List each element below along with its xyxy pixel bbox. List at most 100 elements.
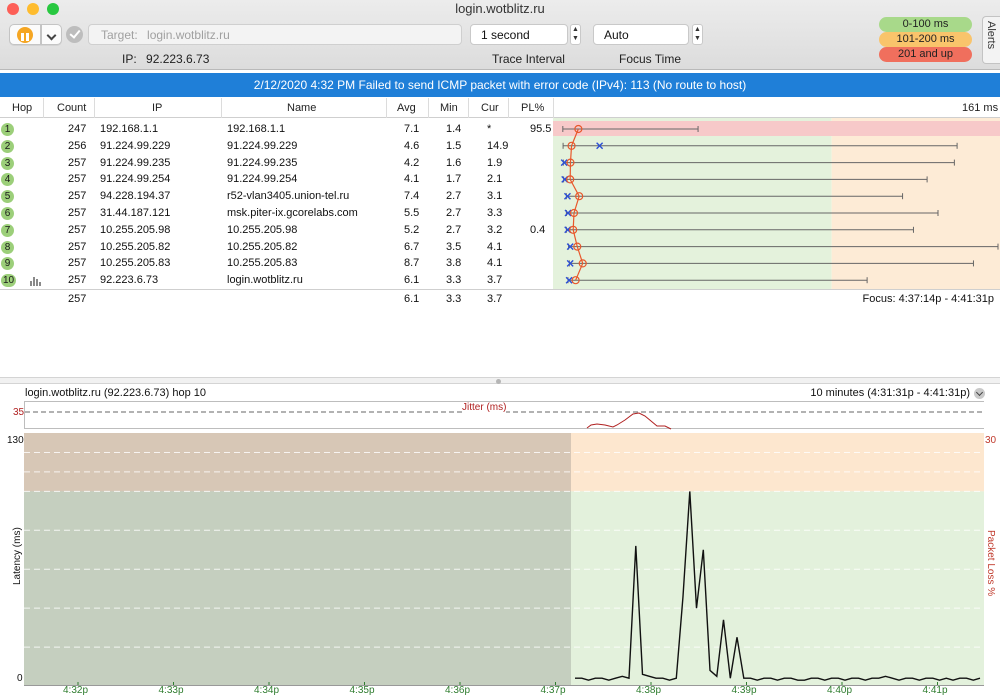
latency-graph [24,433,984,686]
summary-avg: 6.1 [404,293,420,305]
options-dropdown-button[interactable] [41,24,62,45]
alerts-tab[interactable]: Alerts [982,16,1000,64]
trace-interval-label: Trace Interval [492,52,565,66]
chevron-down-icon [46,30,57,41]
legend-low-latency: 0-100 ms [879,17,972,32]
hop-number: 4 [1,173,14,187]
graph-title: login.wotblitz.ru (92.223.6.73) hop 10 [25,387,207,399]
focus-time-select[interactable]: Auto [593,24,689,45]
table-row[interactable]: 3 257 91.224.99.235 91.224.99.235 4.2 1.6 1.9 [0,155,553,172]
column-header-avg[interactable]: Avg [397,102,416,114]
table-row[interactable]: 10 257 92.223.6.73 login.wotblitz.ru 6.1 3.3 3… [0,272,553,289]
time-tick-label: 4:41p [922,685,948,696]
cell-count: 257 [68,173,87,186]
cell-cur: 14.9 [487,139,509,152]
cell-cur: 1.9 [487,156,503,169]
cell-count: 257 [68,156,87,169]
time-tick-label: 4:40p [827,685,853,696]
column-header-pl[interactable]: PL% [521,102,544,114]
column-header-name[interactable]: Name [287,102,316,114]
table-row[interactable]: 5 257 94.228.194.37 r52-vlan3405.union-tel.… [0,188,553,205]
column-header-hop[interactable]: Hop [12,102,32,114]
alert-banner: 2/12/2020 4:32 PM Failed to send ICMP pa… [0,73,1000,97]
cell-name: 91.224.99.229 [227,139,298,152]
cell-name: 10.255.205.83 [227,257,298,270]
hop-number: 7 [1,223,14,237]
graph-header: login.wotblitz.ru (92.223.6.73) hop 10 1… [0,386,1000,401]
cell-cur: 3.3 [487,207,503,219]
table-header: Hop Count IP Name Avg Min Cur PL% 161 ms [0,98,1000,118]
cell-ip: 31.44.187.121 [100,207,171,219]
summary-cur: 3.7 [487,293,503,305]
target-value: login.wotblitz.ru [147,28,230,42]
cell-count: 256 [68,139,87,152]
cell-avg: 7.4 [404,190,420,203]
trace-interval-stepper[interactable]: ▲ ▼ [570,24,581,45]
cell-avg: 5.5 [404,207,420,219]
cell-avg: 4.2 [404,156,420,169]
checkmark-icon[interactable] [66,26,83,43]
cell-ip: 91.224.99.235 [100,156,171,169]
table-row[interactable]: 2 256 91.224.99.229 91.224.99.229 4.6 1.5 14.9 [0,138,553,155]
latency-axis-label: Latency (ms) [12,527,23,585]
column-header-count[interactable]: Count [57,102,86,114]
cell-pl: 0.4 [530,223,546,236]
table-row[interactable]: 1 247 192.168.1.1 192.168.1.1 7.1 1.4 * 95.5 [0,121,553,138]
cell-min: 1.7 [446,173,462,186]
focus-range: Focus: 4:37:14p - 4:41:31p [862,293,994,305]
legend-high-latency: 201 and up [879,47,972,62]
focus-time-label: Focus Time [619,52,682,66]
trace-interval-select[interactable]: 1 second [470,24,568,45]
column-header-min[interactable]: Min [440,102,458,114]
jitter-graph: Jitter (ms) [24,401,985,430]
cell-cur: 4.1 [487,257,503,270]
cell-avg: 4.1 [404,173,420,186]
target-input[interactable]: Target: login.wotblitz.ru [88,24,462,45]
time-tick-label: 4:36p [445,685,471,696]
pause-button[interactable] [9,24,41,45]
graph-max-label: 161 ms [962,102,999,114]
time-tick-label: 4:33p [158,685,184,696]
cell-avg: 5.2 [404,223,420,236]
cell-name: login.wotblitz.ru [227,274,303,287]
pane-splitter[interactable] [0,377,1000,384]
cell-min: 1.4 [446,123,462,135]
ip-value: 92.223.6.73 [146,52,210,66]
cell-min: 2.7 [446,190,462,203]
table-row[interactable]: 8 257 10.255.205.82 10.255.205.82 6.7 3.5 4.1 [0,239,553,256]
toolbar: login.wotblitz.ru Target: login.wotblitz… [0,0,1000,70]
focus-time-stepper[interactable]: ▲ ▼ [692,24,703,45]
cell-avg: 8.7 [404,257,420,270]
time-tick-label: 4:35p [349,685,375,696]
cell-min: 1.6 [446,156,462,169]
bar-chart-icon[interactable] [30,277,41,287]
cell-cur: 3.1 [487,190,503,203]
cell-ip: 192.168.1.1 [100,123,159,135]
time-tick-label: 4:38p [636,685,662,696]
cell-avg: 7.1 [404,123,420,135]
cell-count: 257 [68,207,87,219]
hop-number: 3 [1,156,14,170]
graph-range-label[interactable]: 10 minutes (4:31:31p - 4:41:31p) [810,387,970,399]
column-header-ip[interactable]: IP [152,102,162,114]
hop-number: 6 [1,207,14,220]
range-chevron-icon[interactable] [974,388,985,399]
cell-cur: 3.7 [487,274,503,287]
cell-ip: 92.223.6.73 [100,274,159,287]
jitter-label: Jitter (ms) [462,402,507,413]
cell-min: 3.8 [446,257,462,270]
hop-number: 5 [1,190,14,204]
jitter-max-label: 35 [13,407,25,418]
table-row[interactable]: 7 257 10.255.205.98 10.255.205.98 5.2 2.7 3.2 0… [0,222,553,239]
table-row[interactable]: 4 257 91.224.99.254 91.224.99.254 4.1 1.7 2.1 [0,171,553,188]
cell-ip: 94.228.194.37 [100,190,171,203]
cell-ip: 10.255.205.98 [100,223,171,236]
ip-display: IP: 92.223.6.73 [122,52,209,66]
table-row[interactable]: 6 257 31.44.187.121 msk.piter-ix.gcorelabs.… [0,205,553,222]
unfocused-region [24,433,571,686]
cell-name: 10.255.205.82 [227,240,298,253]
table-row[interactable]: 9 257 10.255.205.83 10.255.205.83 8.7 3.8 4.1 [0,255,553,272]
window-title: login.wotblitz.ru [455,1,545,16]
cell-count: 257 [68,190,87,203]
column-header-cur[interactable]: Cur [481,102,499,114]
